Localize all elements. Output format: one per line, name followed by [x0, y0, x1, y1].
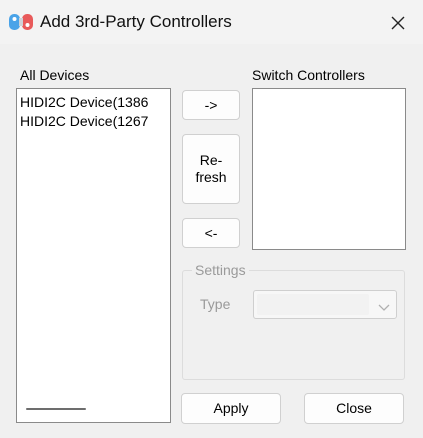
all-devices-label: All Devices [20, 67, 90, 83]
all-devices-list[interactable]: HIDI2C Device(1386 HIDI2C Device(1267 [16, 88, 171, 423]
chevron-down-icon [378, 299, 390, 311]
settings-title: Settings [192, 262, 249, 278]
apply-button[interactable]: Apply [181, 393, 281, 424]
refresh-button[interactable]: Re- fresh [182, 134, 240, 204]
close-icon[interactable] [386, 12, 410, 34]
switch-controllers-label: Switch Controllers [252, 67, 365, 83]
type-select[interactable] [253, 290, 397, 319]
horizontal-scrollbar[interactable] [26, 408, 86, 410]
type-label: Type [200, 296, 231, 312]
switch-controllers-list[interactable] [252, 88, 406, 250]
list-item[interactable]: HIDI2C Device(1267 [20, 113, 168, 129]
settings-group [182, 270, 405, 380]
add-button[interactable]: -> [182, 90, 240, 120]
list-item[interactable]: HIDI2C Device(1386 [20, 94, 168, 110]
gamepad-icon [8, 12, 34, 32]
window-title: Add 3rd-Party Controllers [40, 12, 232, 31]
close-button[interactable]: Close [304, 393, 404, 424]
remove-button[interactable]: <- [182, 218, 240, 248]
type-select-value [257, 294, 369, 315]
title-bar: Add 3rd-Party Controllers [0, 0, 423, 44]
